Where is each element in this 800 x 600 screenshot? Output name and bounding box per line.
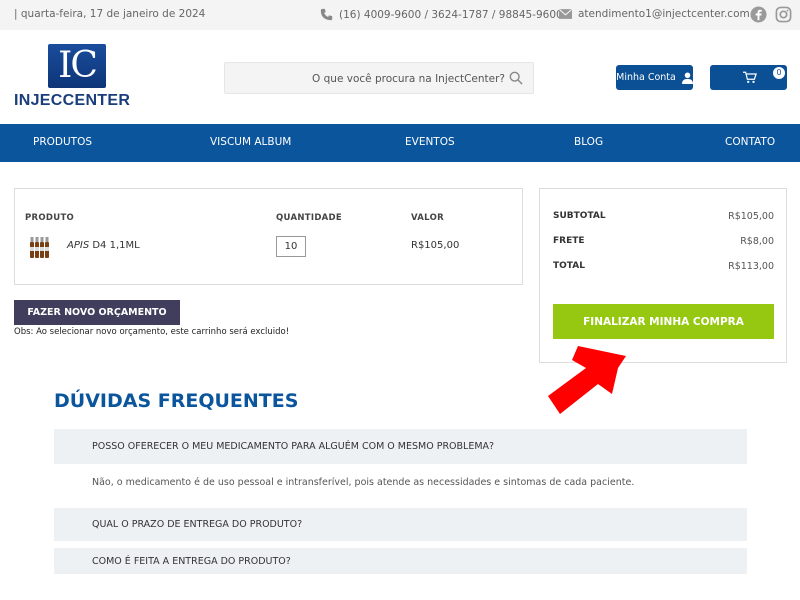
cart-table: PRODUTO QUANTIDADE VALOR APIS D4 1,1ML R… [14,188,523,285]
product-price: R$105,00 [411,240,460,251]
total-label: TOTAL [553,261,585,271]
shipping-label: FRETE [553,236,585,246]
product-vials-image [30,237,49,258]
current-date: | quarta-feira, 17 de janeiro de 2024 [14,8,206,20]
social-links [750,6,792,23]
faq-question[interactable]: QUAL O PRAZO DE ENTREGA DO PRODUTO? [54,508,747,541]
main-nav: PRODUTOS VISCUM ALBUM EVENTOS BLOG CONTA… [0,124,800,162]
facebook-icon[interactable] [750,6,767,23]
logo-text: INJECCENTER [14,92,131,109]
total-value: R$113,00 [728,261,774,272]
logo-mark: IC [48,44,106,88]
nav-item-eventos[interactable]: EVENTOS [405,136,455,148]
finish-purchase-button[interactable]: FINALIZAR MINHA COMPRA [553,304,774,339]
top-bar: | quarta-feira, 17 de janeiro de 2024 (1… [0,0,800,30]
cart-count-badge: 0 [773,67,785,79]
product-name-italic: APIS [67,240,90,251]
header-quantity: QUANTIDADE [276,213,343,223]
search-box [224,62,534,94]
subtotal-label: SUBTOTAL [553,211,606,221]
new-quote-button[interactable]: FAZER NOVO ORÇAMENTO [14,300,180,325]
nav-item-produtos[interactable]: PRODUTOS [33,136,92,148]
search-input[interactable] [231,69,505,89]
product-name[interactable]: APIS D4 1,1ML [67,240,140,251]
mail-icon [559,9,572,19]
faq-question[interactable]: COMO É FEITA A ENTREGA DO PRODUTO? [54,548,747,574]
product-name-rest: D4 1,1ML [89,240,140,251]
shipping-value: R$8,00 [740,236,774,247]
nav-item-blog[interactable]: BLOG [574,136,603,148]
my-account-label: Minha Conta [616,72,676,83]
nav-item-viscum-album[interactable]: VISCUM ALBUM [210,136,291,148]
user-icon [681,72,693,84]
cart-icon [743,71,757,84]
phone-icon [320,8,333,21]
phone-info: (16) 4009-9600 / 3624-1787 / 98845-9600 [320,8,563,21]
email-address[interactable]: atendimento1@injectcenter.com.br [578,8,764,20]
quantity-input[interactable] [276,236,306,257]
phone-numbers[interactable]: (16) 4009-9600 / 3624-1787 / 98845-9600 [339,9,563,21]
cart-button[interactable]: 0 [710,65,787,90]
subtotal-value: R$105,00 [728,211,774,222]
search-icon[interactable] [509,71,523,85]
faq-answer: Não, o medicamento é de uso pessoal e in… [92,477,635,488]
nav-item-contato[interactable]: CONTATO [725,136,775,148]
red-arrow-icon [548,346,626,414]
faq-title: DÚVIDAS FREQUENTES [54,390,299,412]
instagram-icon[interactable] [775,6,792,23]
email-info: atendimento1@injectcenter.com.br [559,8,764,20]
header-product: PRODUTO [25,213,75,223]
new-quote-note: Obs: Ao selecionar novo orçamento, este … [14,327,290,337]
header-value: VALOR [411,213,444,223]
injectcenter-logo[interactable]: IC INJECCENTER [14,44,146,114]
order-summary: SUBTOTAL R$105,00 FRETE R$8,00 TOTAL R$1… [539,188,787,363]
site-header: IC INJECCENTER Minha Conta 0 [0,30,800,124]
faq-question[interactable]: POSSO OFERECER O MEU MEDICAMENTO PARA AL… [54,429,747,464]
my-account-button[interactable]: Minha Conta [616,65,693,90]
